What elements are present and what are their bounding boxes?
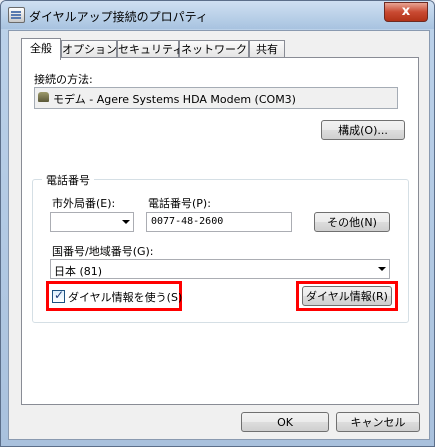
use-dialing-rules-label[interactable]: ダイヤル情報を使う(S) — [68, 289, 182, 305]
tab-security[interactable]: セキュリティ — [117, 40, 183, 58]
cancel-button[interactable]: キャンセル — [336, 412, 420, 432]
dialing-rules-button[interactable]: ダイヤル情報(R) — [302, 286, 392, 306]
alternates-button[interactable]: その他(N) — [314, 212, 390, 232]
tab-general[interactable]: 全般 — [21, 38, 61, 60]
dialup-properties-window: ダイヤルアップ接続のプロパティ x 全般 オプション セキュリティ ネットワーク… — [0, 0, 435, 447]
dialog-client-area: 全般 オプション セキュリティ ネットワーク 共有 接続の方法: モデム - A… — [8, 30, 430, 440]
chevron-down-icon — [122, 220, 130, 224]
connection-properties-icon — [8, 7, 25, 23]
tab-network[interactable]: ネットワーク — [179, 40, 249, 58]
configure-button[interactable]: 構成(O)... — [321, 120, 405, 140]
window-title: ダイヤルアップ接続のプロパティ — [29, 10, 208, 24]
use-dialing-rules-checkbox[interactable]: ✓ — [52, 288, 65, 303]
tab-options[interactable]: オプション — [61, 40, 117, 58]
title-bar[interactable]: ダイヤルアップ接続のプロパティ x — [1, 1, 434, 29]
country-code-label: 国番号/地域番号(G): — [52, 245, 154, 258]
country-code-combo[interactable]: 日本 (81) — [50, 259, 390, 279]
tab-sharing[interactable]: 共有 — [249, 40, 285, 58]
phone-number-label: 電話番号(P): — [148, 197, 211, 210]
chevron-down-icon — [378, 267, 386, 271]
country-code-value: 日本 (81) — [54, 265, 103, 278]
device-name: モデム - Agere Systems HDA Modem (COM3) — [53, 93, 296, 106]
area-code-label: 市外局番(E): — [52, 197, 116, 210]
modem-icon — [38, 92, 49, 102]
device-list[interactable]: モデム - Agere Systems HDA Modem (COM3) — [34, 87, 398, 109]
area-code-combo[interactable] — [50, 212, 134, 232]
connect-using-label: 接続の方法: — [34, 73, 93, 86]
phone-group-title: 電話番号 — [42, 172, 94, 188]
general-tab-panel: 接続の方法: モデム - Agere Systems HDA Modem (CO… — [21, 57, 419, 405]
ok-button[interactable]: OK — [241, 412, 329, 432]
close-button[interactable]: x — [384, 2, 428, 22]
checkmark-icon: ✓ — [54, 288, 65, 302]
phone-number-field[interactable]: 0077-48-2600 — [146, 212, 292, 232]
